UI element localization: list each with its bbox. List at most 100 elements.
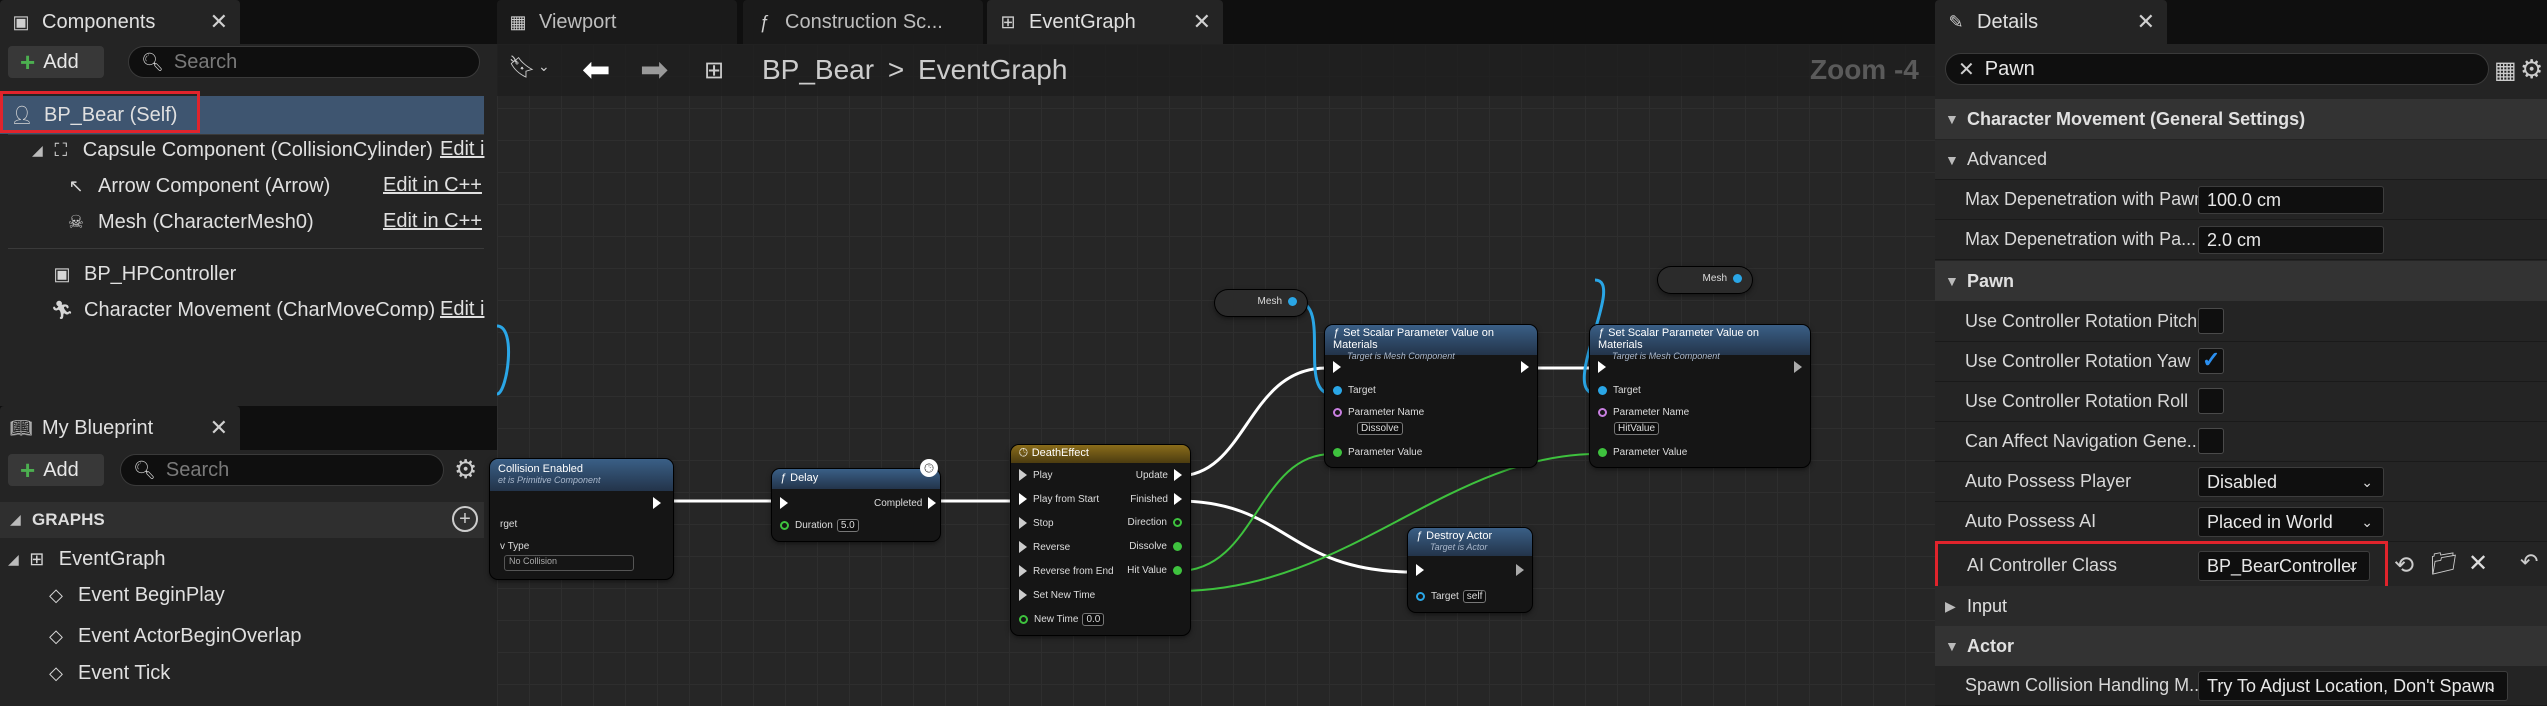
section-character-movement[interactable]: ▼ Character Movement (General Settings): [1935, 99, 2547, 139]
close-icon[interactable]: ✕: [210, 415, 228, 441]
max-depen-pawn-field[interactable]: 100.0 cm: [2198, 186, 2384, 214]
direction-pin[interactable]: Direction: [1128, 517, 1182, 528]
spawn-collision-combo[interactable]: Try To Adjust Location, Don't Spawn ⌄: [2198, 671, 2508, 701]
target-pin[interactable]: Target: [1598, 385, 1641, 396]
edit-in-cpp-link[interactable]: Edit i: [440, 138, 484, 161]
graph-item-eventgraph[interactable]: ◢ ⊞ EventGraph: [8, 541, 166, 577]
components-search-input[interactable]: 🔍︎ Search: [128, 46, 480, 78]
exec-in-pin[interactable]: [1416, 564, 1430, 576]
section-actor[interactable]: ▼ Actor: [1935, 626, 2547, 666]
settings-gear-icon[interactable]: ⚙: [2520, 54, 2543, 85]
parameter-value-pin[interactable]: Parameter Value: [1598, 447, 1687, 458]
reverse-from-end-pin[interactable]: Reverse from End: [1019, 565, 1114, 577]
add-member-button[interactable]: + Add: [8, 454, 104, 486]
parameter-name-field[interactable]: HitValue: [1610, 422, 1660, 435]
auto-possess-ai-combo[interactable]: Placed in World ⌄: [2198, 507, 2384, 537]
tab-construction-script[interactable]: ƒ Construction Sc...: [743, 0, 983, 44]
graph-item-beginplay[interactable]: ◇ Event BeginPlay: [44, 577, 225, 613]
close-icon[interactable]: ✕: [210, 9, 228, 35]
graph-item-tick[interactable]: ◇ Event Tick: [44, 655, 170, 691]
target-pin[interactable]: Target: [1333, 385, 1376, 396]
set-scalar-param-node-1[interactable]: ƒ Set Scalar Parameter Value on Materials…: [1325, 325, 1537, 467]
edit-in-cpp-link[interactable]: Edit in C++: [383, 210, 482, 233]
hit-value-pin[interactable]: Hit Value: [1127, 565, 1182, 576]
close-icon[interactable]: ✕: [1193, 9, 1211, 35]
duration-pin[interactable]: Duration 5.0: [780, 519, 859, 532]
play-pin[interactable]: Play: [1019, 469, 1052, 481]
new-time-pin[interactable]: New Time 0.0: [1019, 613, 1105, 626]
use-selected-icon[interactable]: ⟲: [2394, 551, 2414, 580]
tab-eventgraph[interactable]: ⊞ EventGraph ✕: [987, 0, 1223, 44]
max-depen-pa-field[interactable]: 2.0 cm: [2198, 226, 2384, 254]
collision-type-combo[interactable]: No Collision: [504, 555, 634, 571]
edit-in-cpp-link[interactable]: Edit in C++: [383, 174, 482, 197]
self-value[interactable]: self: [1462, 590, 1487, 603]
parameter-name-field[interactable]: Dissolve: [1353, 422, 1403, 435]
exec-in-pin[interactable]: [1598, 361, 1612, 373]
stop-pin[interactable]: Stop: [1019, 517, 1054, 529]
component-item-hpcontroller[interactable]: ▣ BP_HPController: [50, 256, 236, 292]
param-value[interactable]: Dissolve: [1357, 422, 1403, 435]
edit-in-cpp-link[interactable]: Edit i: [440, 298, 484, 321]
auto-possess-player-combo[interactable]: Disabled ⌄: [2198, 467, 2384, 497]
update-pin[interactable]: Update: [1136, 469, 1182, 481]
graph-item-beginoverlap[interactable]: ◇ Event ActorBeginOverlap: [44, 618, 301, 654]
component-item-charmove[interactable]: 🏃︎ Character Movement (CharMoveComp): [50, 292, 436, 328]
expand-arrow-icon[interactable]: ◢: [32, 142, 43, 159]
exec-out-pin[interactable]: [1521, 361, 1529, 373]
can-affect-nav-checkbox[interactable]: [2198, 428, 2224, 454]
parameter-name-pin[interactable]: Parameter Name: [1598, 407, 1689, 418]
delay-node[interactable]: ƒ Delay 🕒︎ Completed Duration 5.0: [772, 459, 940, 541]
settings-gear-icon[interactable]: ⚙: [454, 454, 477, 485]
completed-pin[interactable]: Completed: [874, 497, 937, 509]
destroy-actor-node[interactable]: ƒ Destroy Actor Target is Actor Target sel…: [1408, 528, 1532, 612]
duration-value[interactable]: 5.0: [836, 519, 859, 532]
component-item-mesh[interactable]: ☠ Mesh (CharacterMesh0): [64, 204, 314, 240]
details-search-input[interactable]: ✕ Pawn: [1945, 53, 2489, 85]
set-collision-enabled-node[interactable]: Collision Enabled et is Primitive Compon…: [490, 459, 673, 579]
exec-in-pin[interactable]: [780, 497, 794, 509]
reverse-pin[interactable]: Reverse: [1019, 541, 1070, 553]
component-item-capsule[interactable]: ◢ ⛶ Capsule Component (CollisionCylinder): [32, 132, 433, 168]
mesh-getter-node-2[interactable]: Mesh: [1658, 267, 1752, 293]
use-yaw-checkbox[interactable]: ✓: [2198, 347, 2224, 374]
parameter-value-pin[interactable]: Parameter Value: [1333, 447, 1422, 458]
collapse-arrow-icon[interactable]: ◢: [10, 511, 21, 528]
param-value[interactable]: HitValue: [1614, 422, 1660, 435]
exec-out-pin[interactable]: [1516, 564, 1524, 576]
tab-viewport[interactable]: ▦ Viewport: [497, 0, 737, 44]
clear-search-icon[interactable]: ✕: [1958, 57, 1975, 82]
section-pawn[interactable]: ▼ Pawn: [1935, 261, 2547, 301]
add-graph-icon[interactable]: +: [452, 506, 478, 532]
use-pitch-checkbox[interactable]: [2198, 308, 2224, 334]
target-pin[interactable]: Target self: [1416, 590, 1487, 603]
section-input[interactable]: ▶ Input: [1935, 586, 2547, 626]
tab-my-blueprint[interactable]: 📖︎ My Blueprint ✕: [0, 406, 240, 450]
set-new-time-pin[interactable]: Set New Time: [1019, 589, 1095, 601]
tab-details[interactable]: ✎ Details ✕: [1935, 0, 2167, 44]
use-roll-checkbox[interactable]: [2198, 388, 2224, 414]
dissolve-pin[interactable]: Dissolve: [1129, 541, 1182, 552]
exec-in-pin[interactable]: [1333, 361, 1347, 373]
reset-to-default-icon[interactable]: ↶: [2520, 549, 2538, 575]
add-component-button[interactable]: + Add: [8, 46, 104, 78]
table-view-icon[interactable]: ▦: [2494, 56, 2517, 85]
subsection-advanced[interactable]: ▼ Advanced: [1935, 140, 2547, 180]
myblueprint-search-input[interactable]: 🔍︎ Search: [120, 454, 444, 486]
mesh-getter-node-1[interactable]: Mesh: [1215, 290, 1307, 316]
tab-components[interactable]: ▣ Components ✕: [0, 0, 240, 44]
close-icon[interactable]: ✕: [2137, 9, 2155, 35]
object-pin[interactable]: [1733, 274, 1742, 283]
browse-folder-icon[interactable]: 📁︎: [2430, 551, 2458, 577]
play-from-start-pin[interactable]: Play from Start: [1019, 493, 1099, 505]
parameter-name-pin[interactable]: Parameter Name: [1333, 407, 1424, 418]
finished-pin[interactable]: Finished: [1130, 493, 1182, 505]
expand-arrow-icon[interactable]: ◢: [8, 551, 19, 568]
exec-out-pin[interactable]: [653, 497, 661, 509]
clear-icon[interactable]: ✕: [2468, 549, 2488, 578]
exec-out-pin[interactable]: [1794, 361, 1802, 373]
timeline-deatheffect-node[interactable]: 🕒︎ DeathEffect Play Play from Start Stop …: [1011, 445, 1190, 635]
object-pin[interactable]: [1288, 297, 1297, 306]
new-time-value[interactable]: 0.0: [1082, 613, 1105, 626]
component-item-arrow[interactable]: ↖ Arrow Component (Arrow): [64, 168, 330, 204]
